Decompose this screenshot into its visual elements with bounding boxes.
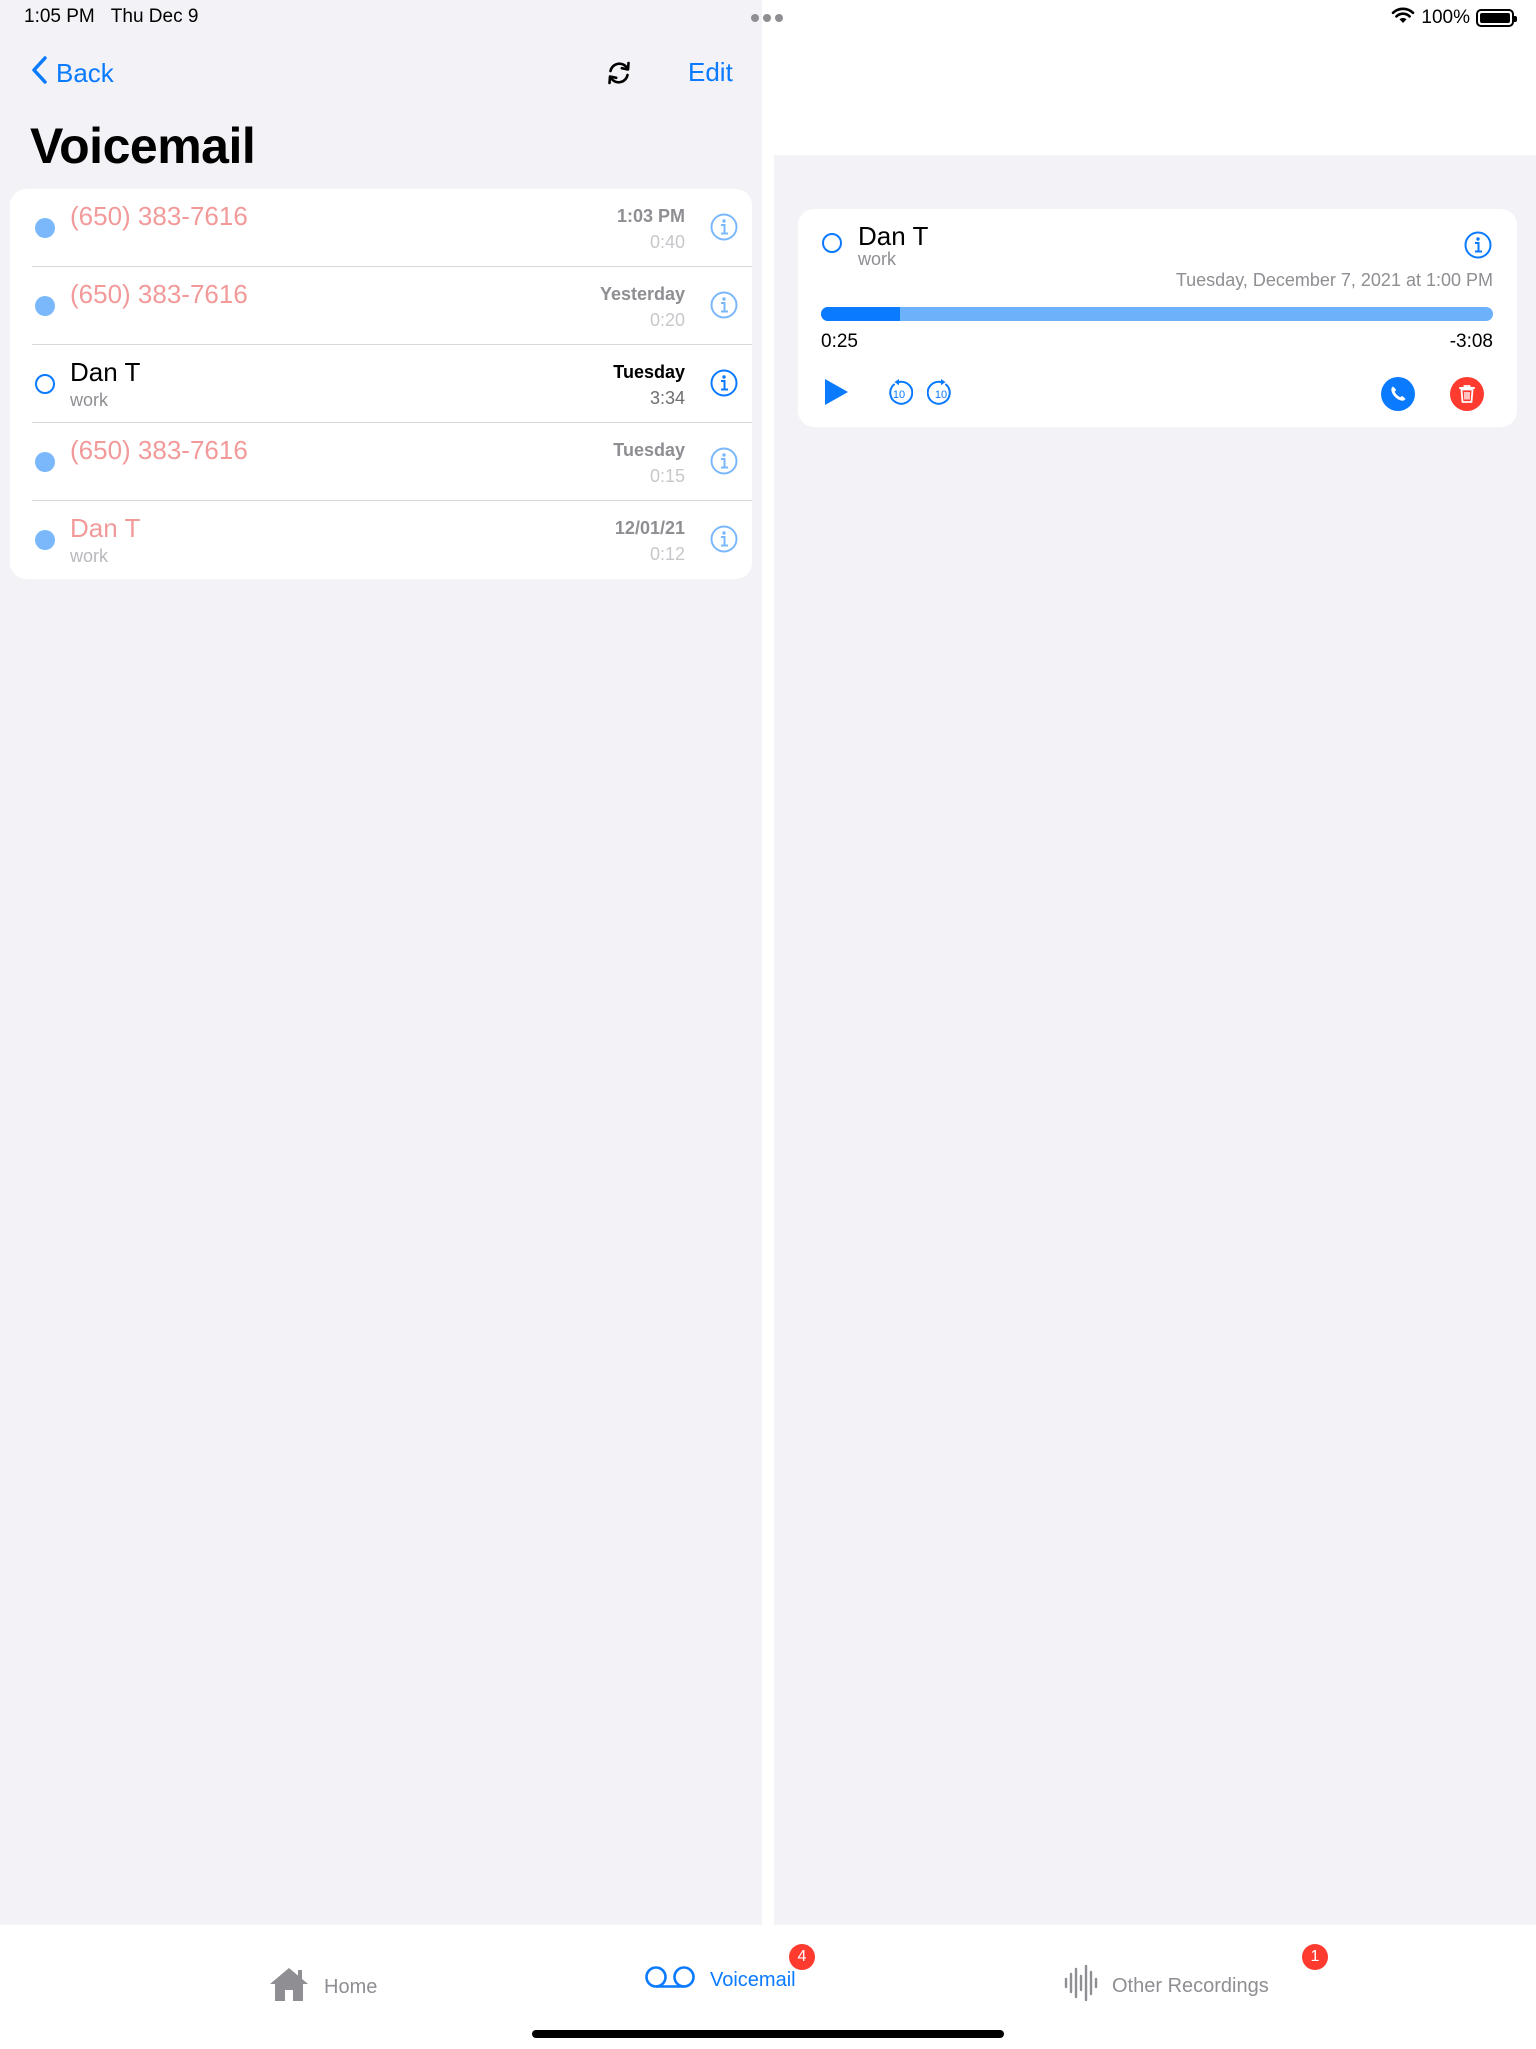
battery-percent: 100% bbox=[1421, 7, 1470, 28]
voicemail-duration: 0:20 bbox=[649, 310, 685, 330]
detail-caller-label: work bbox=[858, 249, 897, 269]
home-indicator[interactable] bbox=[532, 2030, 1004, 2038]
info-icon[interactable] bbox=[709, 212, 739, 247]
tab-other-recordings[interactable]: Other Recordings bbox=[1064, 1964, 1269, 2007]
wifi-icon bbox=[1391, 6, 1415, 30]
voicemail-date: Tuesday bbox=[613, 440, 685, 460]
voicemail-date: Yesterday bbox=[599, 284, 685, 304]
tab-home[interactable]: Home bbox=[268, 1965, 377, 2009]
status-bar-right: 100% bbox=[1391, 6, 1517, 30]
skip-forward-seconds: 10 bbox=[935, 389, 947, 401]
back-label: Back bbox=[56, 58, 114, 88]
voicemail-row[interactable]: (650) 383-7616 1:03 PM 0:40 bbox=[10, 189, 752, 267]
voicemail-duration: 0:15 bbox=[649, 466, 685, 486]
skip-back-seconds: 10 bbox=[893, 389, 905, 401]
unheard-dot-icon bbox=[35, 218, 55, 238]
battery-icon bbox=[1476, 9, 1517, 27]
play-icon bbox=[822, 377, 850, 412]
refresh-icon bbox=[604, 61, 634, 92]
heard-circle-icon bbox=[35, 374, 55, 394]
voicemail-date: Tuesday bbox=[613, 362, 685, 382]
other-recordings-badge: 1 bbox=[1302, 1944, 1328, 1970]
multitasking-dots-icon[interactable] bbox=[750, 10, 784, 28]
delete-button[interactable] bbox=[1450, 377, 1484, 416]
voicemail-badge: 4 bbox=[789, 1944, 815, 1970]
tab-other-recordings-label: Other Recordings bbox=[1112, 1974, 1269, 1997]
voicemail-row[interactable]: (650) 383-7616 Yesterday 0:20 bbox=[10, 267, 752, 345]
tab-voicemail[interactable]: Voicemail bbox=[644, 1965, 796, 1995]
skip-back-button[interactable]: 10 bbox=[885, 379, 914, 412]
voicemail-date: 12/01/21 bbox=[614, 518, 685, 538]
split-divider[interactable] bbox=[762, 0, 774, 1925]
detail-datetime: Tuesday, December 7, 2021 at 1:00 PM bbox=[1175, 270, 1493, 290]
voicemail-duration: 0:12 bbox=[649, 544, 685, 564]
heard-circle-icon bbox=[822, 233, 842, 253]
caller-label: work bbox=[70, 390, 109, 410]
unheard-dot-icon bbox=[35, 296, 55, 316]
page-title: Voicemail bbox=[30, 118, 256, 174]
voicemail-duration: 0:40 bbox=[649, 232, 685, 252]
back-button[interactable]: Back bbox=[30, 55, 114, 92]
caller-name: Dan T bbox=[70, 357, 141, 387]
tab-home-label: Home bbox=[324, 1975, 378, 1998]
caller-name: (650) 383-7616 bbox=[70, 435, 248, 465]
caller-name: (650) 383-7616 bbox=[70, 279, 248, 309]
status-date: Thu Dec 9 bbox=[110, 6, 199, 27]
edit-button[interactable]: Edit bbox=[688, 57, 733, 88]
skip-back-10-icon: 10 bbox=[889, 379, 914, 405]
house-icon bbox=[268, 1965, 310, 2009]
chevron-left-icon bbox=[30, 55, 48, 92]
caller-label: work bbox=[70, 546, 109, 566]
caller-name: Dan T bbox=[70, 513, 141, 543]
caller-name: (650) 383-7616 bbox=[70, 201, 248, 231]
info-icon[interactable] bbox=[709, 524, 739, 559]
voicemail-date: 1:03 PM bbox=[616, 206, 685, 226]
unheard-dot-icon bbox=[35, 452, 55, 472]
skip-forward-10-icon: 10 bbox=[926, 379, 951, 405]
detail-caller-name: Dan T bbox=[858, 221, 929, 251]
unheard-dot-icon bbox=[35, 530, 55, 550]
playback-progress bbox=[821, 307, 901, 321]
remaining-time: -3:08 bbox=[1449, 331, 1493, 352]
voicemail-row[interactable]: (650) 383-7616 Tuesday 0:15 bbox=[10, 423, 752, 501]
elapsed-time: 0:25 bbox=[821, 331, 858, 352]
voicemail-icon bbox=[644, 1965, 696, 1995]
tab-voicemail-label: Voicemail bbox=[710, 1968, 796, 1991]
call-back-button[interactable] bbox=[1381, 377, 1415, 416]
play-button[interactable] bbox=[822, 377, 850, 412]
voicemail-duration: 3:34 bbox=[649, 388, 685, 408]
info-icon[interactable] bbox=[709, 290, 739, 325]
voicemail-detail-card: Dan T work Tuesday, December 7, 2021 at … bbox=[798, 209, 1517, 427]
info-icon[interactable] bbox=[709, 446, 739, 481]
info-icon[interactable] bbox=[1463, 230, 1493, 265]
info-icon[interactable] bbox=[709, 368, 739, 403]
skip-forward-button[interactable]: 10 bbox=[926, 379, 955, 412]
phone-icon bbox=[1381, 377, 1415, 411]
voicemail-list: (650) 383-7616 1:03 PM 0:40 (650) 383-76… bbox=[10, 189, 752, 579]
voicemail-row-selected[interactable]: Dan T work Tuesday 3:34 bbox=[10, 345, 752, 423]
status-time: 1:05 PM bbox=[24, 6, 95, 27]
playback-scrubber[interactable] bbox=[821, 307, 1493, 321]
voicemail-row[interactable]: Dan T work 12/01/21 0:12 bbox=[10, 501, 752, 579]
waveform-icon bbox=[1064, 1964, 1098, 2007]
trash-icon bbox=[1450, 377, 1484, 411]
refresh-button[interactable] bbox=[604, 58, 634, 93]
status-bar-left: 1:05 PM Thu Dec 9 bbox=[24, 6, 198, 28]
